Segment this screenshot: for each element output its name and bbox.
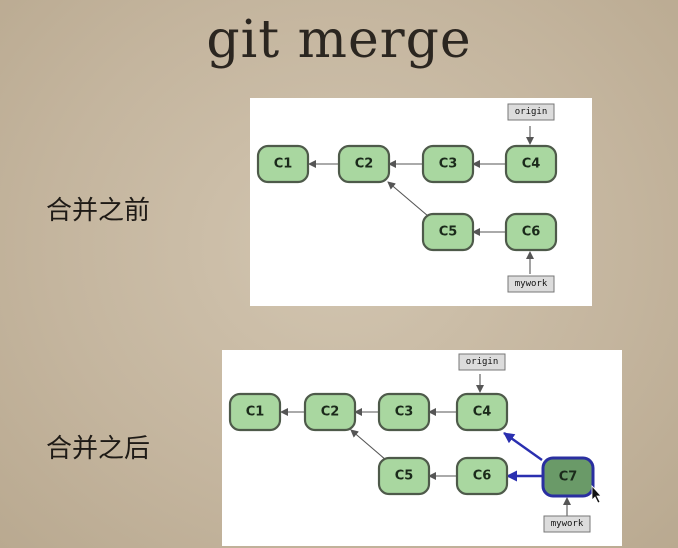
svg-text:C5: C5 <box>439 225 458 240</box>
commit-c3: C3 <box>377 392 431 432</box>
svg-text:C6: C6 <box>522 225 541 240</box>
commit-c6: C6 <box>455 456 509 496</box>
edge-c5-c2 <box>387 181 429 217</box>
svg-text:C4: C4 <box>522 157 541 172</box>
label-before: 合并之前 <box>46 196 151 226</box>
commit-c2: C2 <box>337 144 391 184</box>
svg-text:C2: C2 <box>355 157 374 172</box>
edge-c5-c2 <box>350 429 387 461</box>
svg-text:C5: C5 <box>395 469 414 484</box>
edge-c7-c4 <box>503 432 543 461</box>
svg-text:C3: C3 <box>395 405 414 420</box>
commit-c6: C6 <box>504 212 558 252</box>
commit-c1: C1 <box>256 144 310 184</box>
ref-origin: origin <box>458 353 506 371</box>
svg-text:C1: C1 <box>274 157 293 172</box>
commit-c1: C1 <box>228 392 282 432</box>
ref-mywork: mywork <box>543 515 591 533</box>
slide-title: git merge <box>206 10 472 70</box>
svg-text:C7: C7 <box>559 470 578 485</box>
commit-c3: C3 <box>421 144 475 184</box>
diagram-before: C1 C2 C3 C4 C5 C6 origin mywork <box>250 98 592 306</box>
commit-c5: C5 <box>421 212 475 252</box>
commit-c2: C2 <box>303 392 357 432</box>
svg-text:C6: C6 <box>473 469 492 484</box>
svg-text:origin: origin <box>515 107 548 117</box>
commit-c4: C4 <box>504 144 558 184</box>
svg-text:C4: C4 <box>473 405 492 420</box>
svg-text:C3: C3 <box>439 157 458 172</box>
svg-text:origin: origin <box>466 357 499 367</box>
label-after: 合并之后 <box>46 434 151 464</box>
diagram-after: C1 C2 C3 C4 C5 C6 C7 origin mywork <box>222 350 622 546</box>
svg-text:C1: C1 <box>246 405 265 420</box>
commit-c4: C4 <box>455 392 509 432</box>
svg-text:mywork: mywork <box>551 519 584 529</box>
mouse-cursor-icon <box>591 484 602 504</box>
svg-text:C2: C2 <box>321 405 340 420</box>
commit-c7-merge: C7 <box>541 456 595 498</box>
ref-mywork: mywork <box>507 275 555 293</box>
svg-text:mywork: mywork <box>515 279 548 289</box>
commit-c5: C5 <box>377 456 431 496</box>
ref-origin: origin <box>507 103 555 121</box>
